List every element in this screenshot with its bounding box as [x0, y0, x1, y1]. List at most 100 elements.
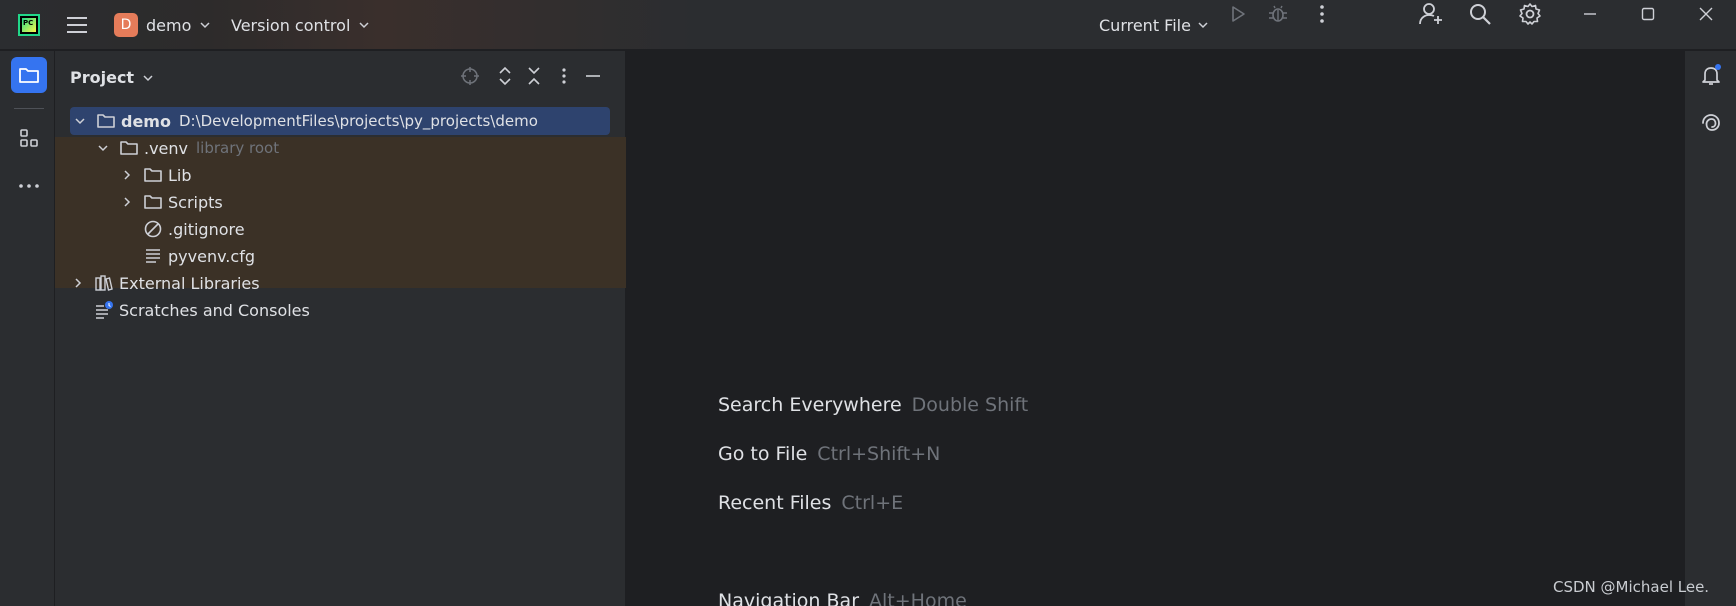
- tree-node-lib[interactable]: Lib: [119, 161, 192, 189]
- tree-node-label: External Libraries: [119, 273, 260, 293]
- hamburger-icon: [67, 17, 87, 33]
- folder-icon: [143, 192, 163, 212]
- debug-button[interactable]: [1264, 0, 1292, 28]
- bell-icon: [1702, 64, 1721, 85]
- project-name: demo: [146, 15, 192, 35]
- project-panel-header: Project: [55, 51, 626, 103]
- tree-node-gitignore[interactable]: .gitignore: [143, 215, 245, 243]
- hint-shortcut: Ctrl+E: [841, 492, 904, 514]
- chevron-down-icon: [359, 22, 369, 29]
- hide-panel-button[interactable]: [580, 63, 606, 89]
- tree-node-pyvenv-cfg[interactable]: pyvenv.cfg: [143, 242, 255, 270]
- panel-title: Project: [70, 68, 135, 87]
- hint-action: Search Everywhere: [718, 394, 902, 416]
- hint-go-to-file[interactable]: Go to File Ctrl+Shift+N: [718, 443, 940, 465]
- version-control-selector[interactable]: Version control: [231, 0, 370, 50]
- chevron-right-icon[interactable]: [70, 275, 86, 291]
- expand-all-icon: [499, 66, 511, 86]
- expand-all-button[interactable]: [492, 63, 518, 89]
- search-icon: [1470, 4, 1491, 25]
- project-tool-button[interactable]: [11, 57, 47, 93]
- tree-node-label: Lib: [168, 165, 192, 185]
- project-view-selector[interactable]: Project: [70, 68, 154, 87]
- hint-recent-files[interactable]: Recent Files Ctrl+E: [718, 492, 903, 514]
- project-tool-window: Project demo D:\DevelopmentFiles\project…: [55, 51, 626, 606]
- tree-node-scratches[interactable]: Scratches and Consoles: [94, 296, 310, 324]
- bug-icon: [1269, 5, 1287, 22]
- library-root-label: library root: [196, 139, 280, 157]
- scratches-icon: [94, 300, 114, 320]
- hint-action: Recent Files: [718, 492, 832, 514]
- tree-node-label: Scripts: [168, 192, 223, 212]
- project-badge: D: [114, 13, 138, 37]
- pycharm-logo-icon[interactable]: PC: [18, 0, 40, 50]
- more-tool-windows-button[interactable]: [11, 168, 47, 204]
- tree-node-path: D:\DevelopmentFiles\projects\py_projects…: [178, 112, 538, 130]
- more-vertical-icon: [1320, 5, 1324, 23]
- run-button[interactable]: [1224, 0, 1252, 28]
- hint-search-everywhere[interactable]: Search Everywhere Double Shift: [718, 394, 1028, 416]
- play-icon: [1232, 6, 1245, 22]
- more-horizontal-icon: [19, 184, 39, 188]
- chevron-right-icon[interactable]: [119, 167, 135, 183]
- folder-icon: [119, 138, 139, 158]
- run-configuration-selector[interactable]: Current File: [1099, 0, 1209, 50]
- structure-tool-button[interactable]: [11, 120, 47, 156]
- maximize-icon: [1641, 7, 1655, 21]
- tree-node-venv[interactable]: .venv library root: [95, 134, 279, 162]
- add-user-icon: [1419, 3, 1442, 25]
- notifications-button[interactable]: [1693, 57, 1729, 93]
- folder-icon: [96, 111, 116, 131]
- folder-icon: [143, 165, 163, 185]
- chevron-down-icon[interactable]: [72, 113, 88, 129]
- panel-options-button[interactable]: [551, 63, 577, 89]
- tree-node-external-libraries[interactable]: External Libraries: [70, 269, 260, 297]
- left-tool-stripe: [0, 51, 55, 606]
- crosshair-icon: [461, 67, 479, 85]
- structure-icon: [20, 129, 38, 147]
- hint-action: Navigation Bar: [718, 590, 860, 606]
- chevron-down-icon: [200, 22, 210, 29]
- hint-shortcut: Ctrl+Shift+N: [817, 443, 941, 465]
- close-icon: [1699, 7, 1713, 21]
- settings-button[interactable]: [1516, 0, 1544, 28]
- more-actions-button[interactable]: [1308, 0, 1336, 28]
- ai-assistant-button[interactable]: [1693, 105, 1729, 141]
- editor-empty-state: Search Everywhere Double Shift Go to File…: [627, 51, 1683, 606]
- chevron-down-icon: [143, 74, 153, 81]
- maximize-window-button[interactable]: [1634, 0, 1662, 28]
- watermark: CSDN @Michael Lee.: [1553, 578, 1710, 596]
- tree-node-label: .gitignore: [168, 219, 245, 239]
- more-vertical-icon: [562, 68, 566, 84]
- run-config-label: Current File: [1099, 15, 1191, 35]
- tree-node-label: Scratches and Consoles: [119, 300, 310, 320]
- select-opened-file-button[interactable]: [457, 63, 483, 89]
- chevron-down-icon: [1198, 22, 1208, 29]
- hint-action: Go to File: [718, 443, 808, 465]
- search-everywhere-button[interactable]: [1466, 0, 1494, 28]
- tree-node-scripts[interactable]: Scripts: [119, 188, 223, 216]
- gear-icon: [1519, 3, 1541, 25]
- close-window-button[interactable]: [1692, 0, 1720, 28]
- minimize-icon: [586, 75, 600, 77]
- library-icon: [94, 273, 114, 293]
- hint-shortcut: Double Shift: [911, 394, 1029, 416]
- ignore-file-icon: [143, 219, 163, 239]
- folder-icon: [19, 68, 39, 83]
- spiral-icon: [1702, 114, 1720, 131]
- tree-node-label: demo: [121, 111, 171, 131]
- main-menu-button[interactable]: [66, 0, 88, 50]
- tree-node-label: .venv: [144, 138, 189, 158]
- tree-node-demo[interactable]: demo D:\DevelopmentFiles\projects\py_pro…: [70, 107, 610, 135]
- hint-navigation-bar[interactable]: Navigation Bar Alt+Home: [718, 590, 967, 606]
- hint-shortcut: Alt+Home: [869, 590, 967, 606]
- code-with-me-button[interactable]: [1417, 0, 1445, 28]
- project-selector[interactable]: D demo: [114, 0, 211, 50]
- text-file-icon: [143, 246, 163, 266]
- vcs-label: Version control: [231, 15, 351, 35]
- collapse-all-button[interactable]: [521, 63, 547, 89]
- chevron-down-icon[interactable]: [95, 140, 111, 156]
- right-tool-stripe: [1684, 51, 1736, 606]
- minimize-window-button[interactable]: [1576, 0, 1604, 28]
- chevron-right-icon[interactable]: [119, 194, 135, 210]
